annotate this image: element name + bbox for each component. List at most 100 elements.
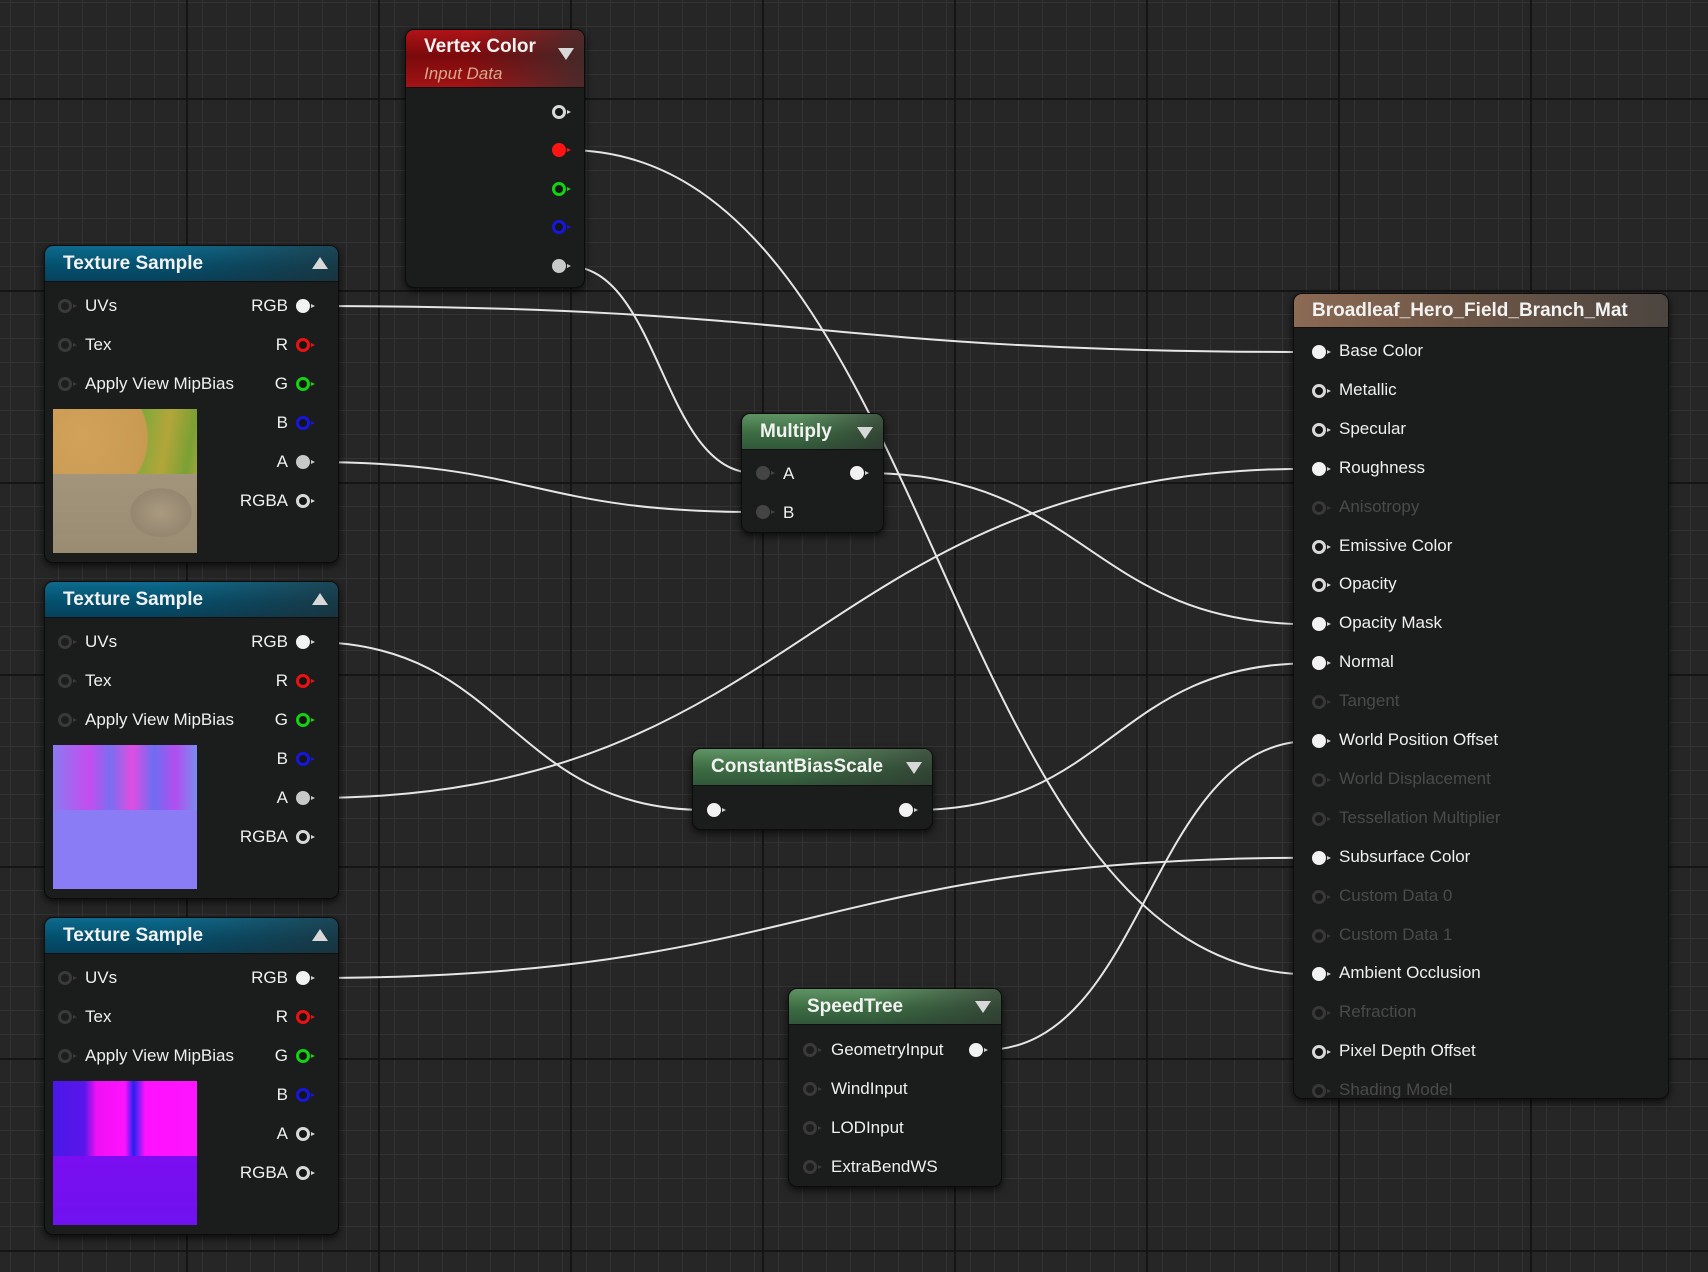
texture-output-row[interactable]: A <box>200 1120 320 1150</box>
texture-output-row[interactable]: RGBA <box>200 487 320 517</box>
texture-output-row[interactable]: R <box>200 1003 320 1033</box>
input-pin[interactable] <box>1312 734 1331 748</box>
texture-sample-node[interactable]: Texture Sample UVs Tex Apply View MipBia… <box>44 581 339 899</box>
collapse-chevron-icon[interactable] <box>857 427 873 439</box>
texture-output-row[interactable]: RGBA <box>200 1159 320 1189</box>
input-pin[interactable] <box>803 1043 822 1057</box>
material-header[interactable]: Broadleaf_Hero_Field_Branch_Mat <box>1294 294 1668 328</box>
texture-sample-header[interactable]: Texture Sample <box>45 582 338 618</box>
input-pin[interactable] <box>1312 539 1331 554</box>
input-pin[interactable] <box>1312 1045 1331 1060</box>
speedtree-input-row[interactable]: ExtraBendWS <box>789 1153 959 1183</box>
input-pin[interactable] <box>58 377 77 391</box>
output-pin[interactable] <box>296 1010 315 1024</box>
multiply-output-pin[interactable] <box>850 466 869 480</box>
output-pin[interactable] <box>296 1088 315 1102</box>
vertex-color-r-pin[interactable] <box>552 143 571 157</box>
input-pin[interactable] <box>1312 617 1331 632</box>
texture-output-row[interactable]: RGBA <box>200 823 320 853</box>
output-pin[interactable] <box>296 830 315 844</box>
constant-bias-scale-node[interactable]: ConstantBiasScale <box>692 748 933 830</box>
texture-output-row[interactable]: B <box>200 1081 320 1111</box>
output-pin[interactable] <box>296 1049 315 1063</box>
constant-bias-scale-output-pin[interactable] <box>899 803 918 817</box>
input-pin[interactable] <box>1312 578 1331 593</box>
collapse-chevron-icon[interactable] <box>558 48 574 60</box>
input-pin[interactable] <box>58 635 77 649</box>
output-pin[interactable] <box>296 635 315 649</box>
vertex-color-g-pin[interactable] <box>552 182 571 196</box>
speedtree-node[interactable]: SpeedTree GeometryInput WindInput LODInp… <box>788 988 1002 1187</box>
input-pin[interactable] <box>803 1082 822 1096</box>
output-pin[interactable] <box>296 713 315 727</box>
texture-output-row[interactable]: R <box>200 667 320 697</box>
material-result-node[interactable]: Broadleaf_Hero_Field_Branch_Mat Base Col… <box>1293 293 1669 1099</box>
texture-sample-node[interactable]: Texture Sample UVs Tex Apply View MipBia… <box>44 245 339 563</box>
output-pin[interactable] <box>296 1166 315 1180</box>
texture-sample-node[interactable]: Texture Sample UVs Tex Apply View MipBia… <box>44 917 339 1235</box>
speedtree-header[interactable]: SpeedTree <box>789 989 1001 1025</box>
wire-connection[interactable] <box>310 305 1312 353</box>
texture-output-row[interactable]: B <box>200 409 320 439</box>
wire-connection[interactable] <box>310 641 707 811</box>
input-pin[interactable] <box>1312 967 1331 982</box>
vertex-color-header[interactable]: Vertex Color Input Data <box>406 30 584 88</box>
output-pin[interactable] <box>296 455 315 469</box>
constant-bias-scale-input-pin[interactable] <box>707 803 726 817</box>
vertex-color-node[interactable]: Vertex Color Input Data <box>405 29 585 288</box>
multiply-header[interactable]: Multiply <box>742 414 883 450</box>
output-pin[interactable] <box>296 752 315 766</box>
wire-connection[interactable] <box>864 472 1312 626</box>
material-input-row[interactable]: Base Color <box>1294 337 1654 367</box>
output-pin[interactable] <box>296 1127 315 1141</box>
collapse-chevron-icon[interactable] <box>975 1001 991 1013</box>
material-input-row[interactable]: Metallic <box>1294 376 1654 406</box>
input-pin[interactable] <box>1312 656 1331 671</box>
multiply-node[interactable]: Multiply A B <box>741 413 884 533</box>
material-input-row[interactable]: Specular <box>1294 415 1654 445</box>
material-input-row[interactable]: Subsurface Color <box>1294 843 1654 873</box>
vertex-color-rgba-pin[interactable] <box>552 105 571 119</box>
multiply-input-b[interactable]: B <box>742 499 883 529</box>
texture-output-row[interactable]: B <box>200 745 320 775</box>
wire-connection[interactable] <box>913 662 1312 811</box>
input-pin[interactable] <box>58 338 77 352</box>
input-pin[interactable] <box>756 466 775 480</box>
wire-connection[interactable] <box>310 856 1312 979</box>
output-pin[interactable] <box>296 299 315 313</box>
input-pin[interactable] <box>1312 422 1331 437</box>
input-pin[interactable] <box>1312 383 1331 398</box>
input-pin[interactable] <box>1312 850 1331 865</box>
wire-connection[interactable] <box>310 461 756 513</box>
constant-bias-scale-header[interactable]: ConstantBiasScale <box>693 749 932 786</box>
output-pin[interactable] <box>296 416 315 430</box>
texture-output-row[interactable]: A <box>200 784 320 814</box>
input-pin[interactable] <box>58 674 77 688</box>
material-input-row[interactable]: Roughness <box>1294 454 1654 484</box>
output-pin[interactable] <box>296 377 315 391</box>
input-pin[interactable] <box>803 1160 822 1174</box>
texture-output-row[interactable]: G <box>200 370 320 400</box>
input-pin[interactable] <box>756 505 775 519</box>
input-pin[interactable] <box>58 713 77 727</box>
collapse-chevron-icon[interactable] <box>312 257 328 269</box>
texture-sample-header[interactable]: Texture Sample <box>45 246 338 282</box>
material-input-row[interactable]: Pixel Depth Offset <box>1294 1037 1654 1067</box>
collapse-chevron-icon[interactable] <box>906 762 922 774</box>
input-pin[interactable] <box>1312 461 1331 476</box>
material-input-row[interactable]: Opacity Mask <box>1294 609 1654 639</box>
material-input-row[interactable]: World Position Offset <box>1294 726 1654 756</box>
input-pin[interactable] <box>803 1121 822 1135</box>
speedtree-input-row[interactable]: WindInput <box>789 1075 959 1105</box>
texture-output-row[interactable]: RGB <box>200 628 320 658</box>
texture-output-row[interactable]: A <box>200 448 320 478</box>
vertex-color-a-pin[interactable] <box>552 259 571 273</box>
collapse-chevron-icon[interactable] <box>312 929 328 941</box>
speedtree-geometry-output-pin[interactable] <box>969 1043 988 1057</box>
output-pin[interactable] <box>296 674 315 688</box>
wire-connection[interactable] <box>566 149 1312 976</box>
texture-output-row[interactable]: RGB <box>200 292 320 322</box>
output-pin[interactable] <box>296 971 315 985</box>
input-pin[interactable] <box>58 971 77 985</box>
wire-connection[interactable] <box>566 265 756 474</box>
